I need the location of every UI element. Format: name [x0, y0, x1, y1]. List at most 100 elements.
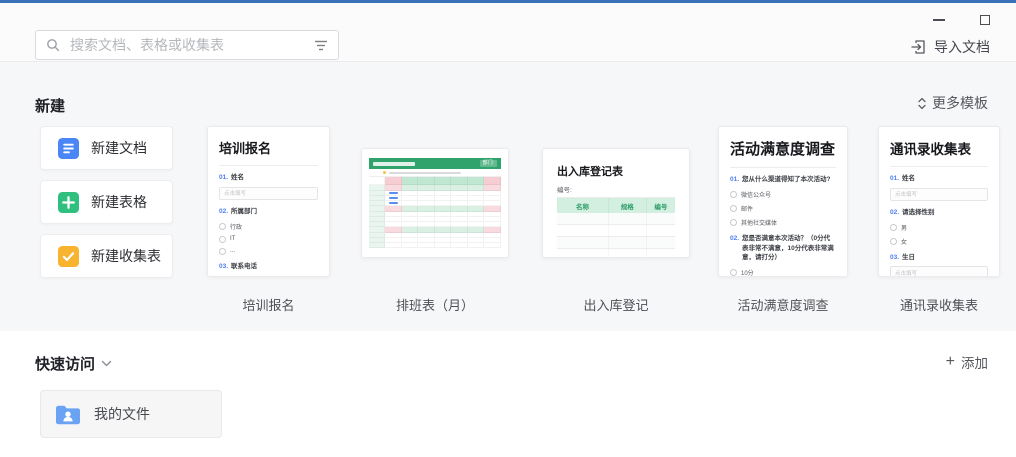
- field-label: 生日: [902, 253, 915, 263]
- top-bar: 导入文档: [0, 3, 1016, 62]
- new-form-label: 新建收集表: [91, 246, 161, 266]
- quick-access-section: 快速访问 + 添加 我的文件: [0, 331, 1016, 457]
- maximize-button[interactable]: [976, 11, 994, 29]
- preview-title: 出入库登记表: [557, 163, 675, 179]
- preview-input: 点击填写: [219, 187, 318, 200]
- quick-access-header[interactable]: 快速访问: [35, 353, 112, 374]
- code-label: 编号:: [557, 184, 675, 198]
- column-header: 名称: [557, 198, 609, 213]
- field-label: 姓名: [231, 173, 244, 183]
- field-number: 01.: [219, 173, 228, 183]
- field-number: 02.: [219, 207, 228, 217]
- new-sheet-label: 新建表格: [91, 192, 147, 212]
- radio-icon: [730, 219, 737, 226]
- folder-user-icon: [55, 404, 81, 425]
- search-icon: [46, 38, 60, 52]
- form-check-icon: [58, 246, 79, 267]
- new-sheet-button[interactable]: 新建表格: [40, 180, 173, 224]
- field-label: 联系电话: [231, 262, 257, 272]
- option-label: IT: [230, 236, 235, 242]
- option-label: 微信公众号: [741, 190, 771, 199]
- schedule-title-text: [373, 162, 415, 166]
- option-label: 女: [901, 237, 907, 246]
- template-card-monthly-schedule[interactable]: 部门:: [361, 148, 509, 258]
- my-files-label: 我的文件: [94, 404, 150, 424]
- new-document-label: 新建文档: [91, 138, 147, 158]
- radio-icon: [730, 205, 737, 212]
- template-card-satisfaction-survey[interactable]: 活动满意度调查 01.您从什么渠道得知了本次活动? 微信公众号 邮件 其他社交媒…: [718, 126, 848, 277]
- search-input[interactable]: [68, 36, 314, 54]
- field-label: 请选择性别: [902, 208, 935, 218]
- stock-table-header: 名称 规格 编号: [557, 198, 675, 213]
- preview-input: 点击填写: [890, 266, 988, 277]
- template-card-contact-collection[interactable]: 通讯录收集表 01.姓名 点击填写 02.请选择性别 男 女 03.生日 点击填…: [878, 126, 1000, 277]
- field-number: 02.: [730, 234, 739, 263]
- column-header: 规格: [609, 198, 647, 213]
- new-document-button[interactable]: 新建文档: [40, 126, 173, 170]
- template-caption: 通讯录收集表: [878, 295, 1000, 314]
- radio-icon: [730, 269, 737, 276]
- option-label: 10分: [741, 268, 754, 277]
- minimize-icon: [933, 19, 945, 21]
- preview-title: 活动满意度调查: [730, 138, 836, 159]
- radio-icon: [219, 223, 226, 230]
- preview-title: 培训报名: [219, 138, 318, 157]
- training-form-preview: 培训报名 01.姓名 点击填写 02.所属部门 行政 IT ... 03.联系电…: [208, 127, 329, 271]
- new-section-title: 新建: [35, 95, 65, 116]
- field-label: 您是否满意本次活动？（0分代表非常不满意，10分代表非常满意，请打分）: [742, 234, 836, 263]
- option-label: 男: [901, 223, 907, 232]
- radio-icon: [730, 191, 737, 198]
- field-number: 01.: [730, 175, 739, 185]
- schedule-note-row: [369, 169, 501, 177]
- document-icon: [58, 138, 79, 159]
- import-label: 导入文档: [934, 37, 990, 57]
- minimize-button[interactable]: [930, 11, 948, 29]
- quick-access-title: 快速访问: [35, 353, 95, 374]
- more-templates-label: 更多模板: [932, 93, 988, 113]
- new-form-button[interactable]: 新建收集表: [40, 234, 173, 278]
- import-document-button[interactable]: 导入文档: [911, 37, 990, 57]
- field-number: 01.: [890, 174, 899, 184]
- field-label: 所属部门: [231, 207, 257, 217]
- sort-chevrons-icon: [917, 97, 927, 110]
- template-card-stock-register[interactable]: 出入库登记表 编号: 名称 规格 编号: [542, 148, 690, 258]
- radio-icon: [219, 248, 226, 255]
- my-files-item[interactable]: 我的文件: [40, 390, 222, 438]
- add-button[interactable]: + 添加: [946, 352, 988, 372]
- template-card-training-signup[interactable]: 培训报名 01.姓名 点击填写 02.所属部门 行政 IT ... 03.联系电…: [207, 126, 330, 277]
- field-label: 姓名: [902, 174, 915, 184]
- option-label: 邮件: [741, 204, 753, 213]
- radio-icon: [890, 238, 897, 245]
- field-label: 您从什么渠道得知了本次活动?: [742, 175, 830, 185]
- option-label: 其他社交媒体: [741, 218, 777, 227]
- field-number: 03.: [890, 253, 899, 263]
- contact-form-preview: 通讯录收集表 01.姓名 点击填写 02.请选择性别 男 女 03.生日 点击填…: [879, 127, 999, 277]
- import-icon: [911, 39, 927, 55]
- more-templates-button[interactable]: 更多模板: [917, 93, 988, 113]
- search-box[interactable]: [35, 30, 339, 60]
- template-caption: 出入库登记: [542, 295, 690, 314]
- schedule-sheet-preview: 部门:: [369, 158, 501, 248]
- window-controls: [930, 11, 994, 29]
- filter-icon[interactable]: [314, 40, 328, 51]
- radio-icon: [890, 224, 897, 231]
- option-label: 行政: [230, 222, 242, 231]
- spreadsheet-plus-icon: [58, 192, 79, 213]
- column-header: 编号: [647, 198, 675, 213]
- template-caption: 活动满意度调查: [718, 295, 848, 314]
- field-number: 03.: [219, 262, 228, 272]
- survey-form-preview: 活动满意度调查 01.您从什么渠道得知了本次活动? 微信公众号 邮件 其他社交媒…: [719, 127, 847, 277]
- plus-icon: +: [946, 354, 955, 370]
- preview-input: 点击填写: [890, 188, 988, 201]
- department-label: 部门:: [480, 160, 497, 167]
- new-section: 新建 更多模板 新建文档 新建表格 新建收集表: [0, 62, 1016, 331]
- preview-title: 通讯录收集表: [890, 138, 988, 158]
- schedule-title-bar: 部门:: [369, 158, 501, 169]
- template-caption: 排班表（月）: [361, 295, 509, 314]
- template-caption: 培训报名: [207, 295, 330, 314]
- maximize-icon: [980, 15, 990, 25]
- radio-icon: [219, 236, 226, 243]
- option-label: ...: [230, 248, 235, 254]
- field-number: 02.: [890, 208, 899, 218]
- stock-table-body: [557, 213, 675, 258]
